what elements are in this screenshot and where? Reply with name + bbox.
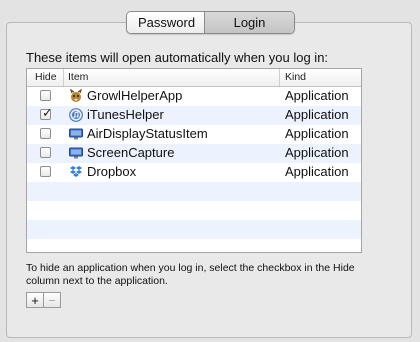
add-item-button[interactable]: + (26, 292, 44, 308)
empty-row (27, 220, 361, 239)
add-remove-buttons: + − (26, 292, 61, 308)
intro-text: These items will open automatically when… (26, 50, 329, 65)
hide-checkbox[interactable] (40, 90, 51, 101)
item-name: GrowlHelperApp (87, 88, 183, 103)
remove-item-button[interactable]: − (43, 292, 61, 308)
tab-login-items[interactable]: Login Items (205, 12, 294, 33)
table-header: Hide Item Kind (27, 69, 361, 87)
empty-row (27, 182, 361, 201)
login-items-table[interactable]: Hide Item Kind GrowlHelperApp Applicatio… (26, 68, 362, 253)
table-row[interactable]: Dropbox Application (27, 163, 361, 182)
dropbox-icon (70, 166, 82, 177)
table-row[interactable]: GrowlHelperApp Application (27, 87, 361, 106)
tab-password[interactable]: Password (127, 12, 205, 33)
itunes-icon (69, 108, 83, 122)
item-name: iTunesHelper (87, 107, 164, 122)
item-kind: Application (285, 88, 349, 103)
hide-checkbox[interactable] (40, 147, 51, 158)
item-kind: Application (285, 145, 349, 160)
column-header-item[interactable]: Item (68, 71, 88, 83)
empty-row (27, 239, 361, 252)
column-divider (63, 69, 64, 86)
item-kind: Application (285, 126, 349, 141)
hide-checkbox[interactable]: ✓ (40, 105, 53, 120)
column-header-hide[interactable]: Hide (35, 71, 57, 83)
item-name: AirDisplayStatusItem (87, 126, 208, 141)
checkmark-icon: ✓ (42, 105, 53, 120)
item-name: Dropbox (87, 164, 137, 179)
column-divider (279, 69, 280, 86)
tab-segmented-control: Password Login Items (126, 11, 295, 34)
hide-checkbox[interactable] (40, 166, 51, 177)
hide-checkbox[interactable] (40, 128, 51, 139)
display-icon (69, 128, 83, 140)
display-icon (69, 147, 83, 159)
item-name: ScreenCapture (87, 145, 175, 160)
item-kind: Application (285, 107, 349, 122)
table-row[interactable]: ✓ iTunesHelper Application (27, 105, 361, 125)
empty-row (27, 201, 361, 220)
growl-icon (70, 89, 82, 102)
column-header-kind[interactable]: Kind (285, 71, 306, 83)
table-row[interactable]: ScreenCapture Application (27, 144, 361, 163)
item-kind: Application (285, 164, 349, 179)
help-text: To hide an application when you log in, … (26, 262, 355, 287)
table-row[interactable]: AirDisplayStatusItem Application (27, 125, 361, 144)
